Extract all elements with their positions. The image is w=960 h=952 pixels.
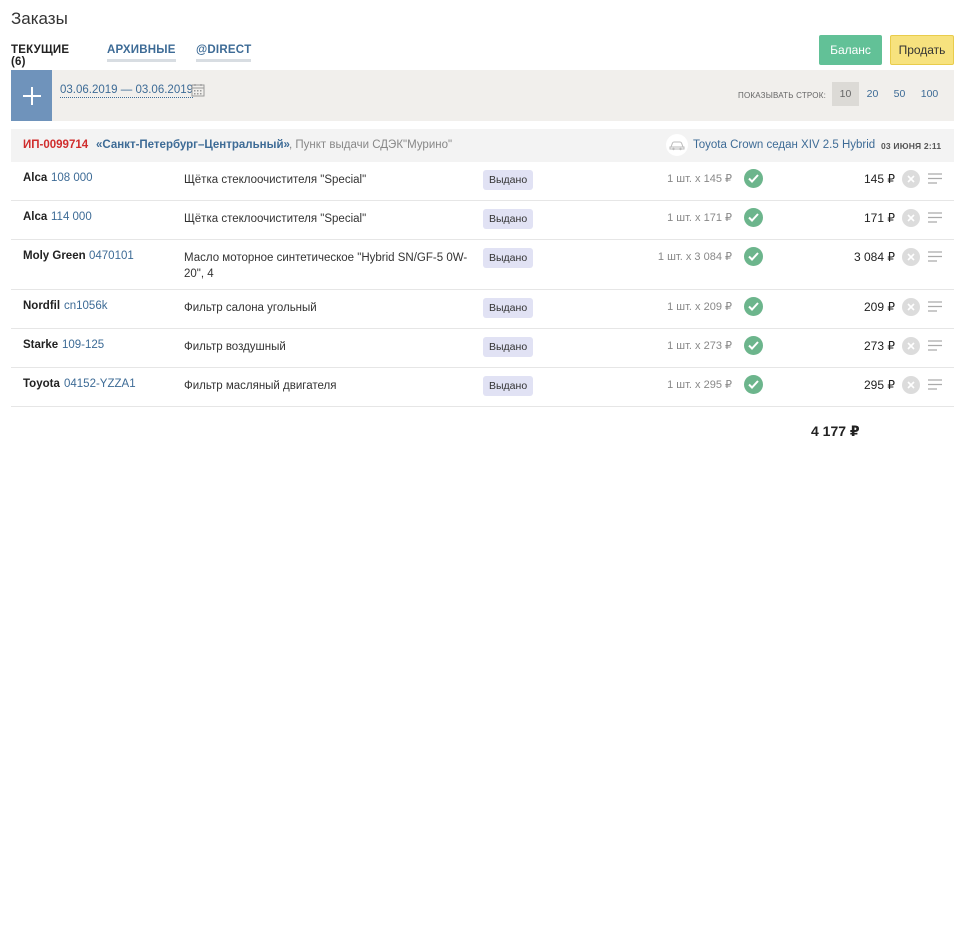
table-row: Alca 114 000 Щётка стеклоочистителя "Spe… xyxy=(11,201,954,240)
check-icon xyxy=(744,169,763,188)
menu-lines-icon[interactable] xyxy=(928,301,942,312)
item-part-number[interactable]: 0470101 xyxy=(89,250,134,262)
menu-lines-icon[interactable] xyxy=(928,340,942,351)
status-badge: Выдано xyxy=(483,298,534,318)
calendar-icon[interactable] xyxy=(191,83,205,97)
item-part-number[interactable]: 108 000 xyxy=(51,172,93,184)
item-price: 3 084 ₽ xyxy=(854,250,895,264)
car-name-link[interactable]: Toyota Crown седан XIV 2.5 Hybrid xyxy=(693,139,875,151)
item-part-number[interactable]: 109-125 xyxy=(62,339,104,351)
sell-button[interactable]: Продать xyxy=(890,35,954,65)
item-quantity: 1 шт. x 209 ₽ xyxy=(667,301,732,313)
item-brand: Moly Green xyxy=(23,250,86,262)
item-price: 295 ₽ xyxy=(864,378,895,392)
menu-lines-icon[interactable] xyxy=(928,212,942,223)
item-brand: Alca xyxy=(23,172,48,184)
table-row: Toyota 04152-YZZA1 Фильтр масляный двига… xyxy=(11,368,954,407)
check-icon xyxy=(744,247,763,266)
item-price: 209 ₽ xyxy=(864,300,895,314)
close-icon[interactable] xyxy=(902,209,920,227)
item-description: Щётка стеклоочистителя "Special" xyxy=(184,213,367,225)
status-badge: Выдано xyxy=(483,209,534,229)
add-order-button[interactable] xyxy=(11,70,52,121)
filter-bar: 03.06.2019 — 03.06.2019 показывать строк… xyxy=(11,70,954,121)
table-row: Alca 108 000 Щётка стеклоочистителя "Spe… xyxy=(11,162,954,201)
item-quantity: 1 шт. x 295 ₽ xyxy=(667,379,732,391)
check-icon xyxy=(744,297,763,316)
item-price: 145 ₽ xyxy=(864,172,895,186)
item-quantity: 1 шт. x 273 ₽ xyxy=(667,340,732,352)
close-icon[interactable] xyxy=(902,248,920,266)
menu-lines-icon[interactable] xyxy=(928,379,942,390)
rows-option-50[interactable]: 50 xyxy=(886,82,913,106)
item-quantity: 1 шт. x 145 ₽ xyxy=(667,173,732,185)
table-row: Starke 109-125 Фильтр воздушный Выдано 1… xyxy=(11,329,954,368)
close-icon[interactable] xyxy=(902,337,920,355)
status-badge: Выдано xyxy=(483,248,534,268)
check-icon xyxy=(744,208,763,227)
status-badge: Выдано xyxy=(483,170,534,190)
close-icon[interactable] xyxy=(902,170,920,188)
check-icon xyxy=(744,375,763,394)
order-pickup-point: , Пункт выдачи СДЭК"Мурино" xyxy=(289,139,453,151)
item-description: Фильтр воздушный xyxy=(184,341,286,353)
item-quantity: 1 шт. x 3 084 ₽ xyxy=(657,251,732,263)
item-brand: Nordfil xyxy=(23,300,61,312)
rows-per-page-label: показывать строк: xyxy=(738,91,826,100)
car-icon xyxy=(666,134,688,156)
item-price: 171 ₽ xyxy=(864,211,895,225)
item-description: Фильтр салона угольный xyxy=(184,302,317,314)
order-items: Alca 108 000 Щётка стеклоочистителя "Spe… xyxy=(11,162,954,407)
item-description: Масло моторное синтетическое "Hybrid SN/… xyxy=(184,252,468,280)
menu-lines-icon[interactable] xyxy=(928,173,942,184)
tab-archived[interactable]: АРХИВНЫЕ xyxy=(107,44,176,62)
item-description: Щётка стеклоочистителя "Special" xyxy=(184,174,367,186)
item-quantity: 1 шт. x 171 ₽ xyxy=(667,212,732,224)
page-title: Заказы xyxy=(11,9,68,28)
item-part-number[interactable]: cn1056k xyxy=(64,300,107,312)
item-price: 273 ₽ xyxy=(864,339,895,353)
date-range-picker[interactable]: 03.06.2019 — 03.06.2019 xyxy=(60,84,194,98)
order-date: 03 июня 2:11 xyxy=(881,141,942,151)
balance-button[interactable]: Баланс xyxy=(819,35,882,65)
check-icon xyxy=(744,336,763,355)
close-icon[interactable] xyxy=(902,298,920,316)
item-part-number[interactable]: 114 000 xyxy=(51,211,92,223)
order-header: ИП-0099714 «Санкт-Петербург–Центральный»… xyxy=(11,129,954,162)
item-part-number[interactable]: 04152-YZZA1 xyxy=(64,378,136,390)
status-badge: Выдано xyxy=(483,337,534,357)
item-brand: Toyota xyxy=(23,378,60,390)
rows-option-100[interactable]: 100 xyxy=(916,82,943,106)
order-city[interactable]: «Санкт-Петербург–Центральный» xyxy=(96,139,290,151)
item-brand: Starke xyxy=(23,339,59,351)
rows-option-20[interactable]: 20 xyxy=(859,82,886,106)
table-row: Nordfil cn1056k Фильтр салона угольный В… xyxy=(11,290,954,329)
item-brand: Alca xyxy=(23,211,48,223)
order-total: 4 177 ₽ xyxy=(811,423,860,439)
close-icon[interactable] xyxy=(902,376,920,394)
plus-icon xyxy=(22,86,41,105)
tab-direct[interactable]: @DIRECT xyxy=(196,44,252,62)
status-badge: Выдано xyxy=(483,376,534,396)
item-description: Фильтр масляный двигателя xyxy=(184,380,337,392)
table-row: Moly Green 0470101 Масло моторное синтет… xyxy=(11,240,954,290)
order-id[interactable]: ИП-0099714 xyxy=(23,139,88,151)
menu-lines-icon[interactable] xyxy=(928,251,942,262)
rows-option-10[interactable]: 10 xyxy=(832,82,859,106)
